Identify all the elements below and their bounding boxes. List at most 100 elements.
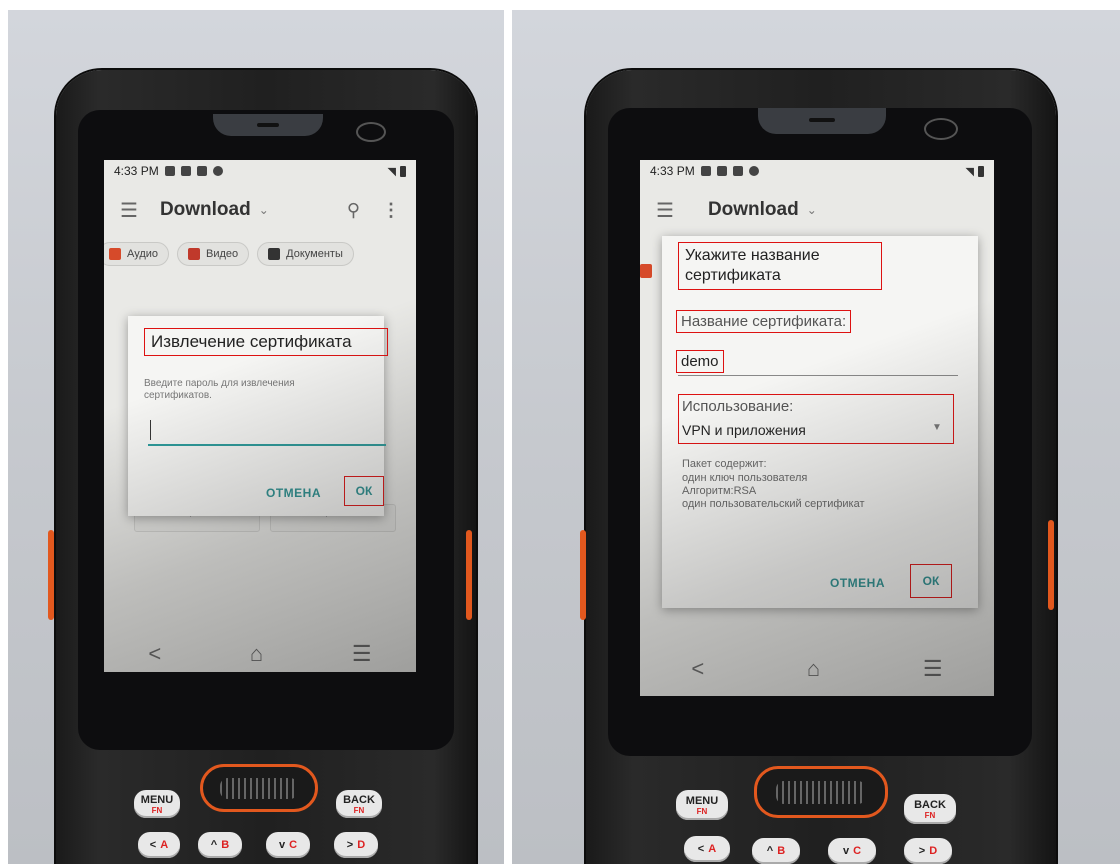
chip-audio[interactable]: Аудио — [104, 242, 170, 266]
side-button[interactable] — [1048, 520, 1054, 610]
key-arrow: < — [697, 843, 705, 855]
key-letter: A — [708, 843, 717, 855]
certificate-name-dialog: Укажите название сертификата Название се… — [662, 236, 978, 608]
menu-key[interactable]: MENU FN — [676, 790, 728, 820]
cancel-button[interactable]: ОТМЕНА — [266, 486, 321, 500]
password-input[interactable] — [148, 422, 386, 446]
chip-video[interactable]: Видео — [177, 242, 250, 266]
home-nav-icon[interactable]: ⌂ — [250, 641, 263, 667]
dialog-title: Укажите название сертификата — [678, 242, 882, 290]
audio-chip-icon — [640, 264, 652, 278]
key-b[interactable]: ^ B — [752, 838, 800, 864]
chip-label: Документы — [286, 248, 343, 260]
key-arrow: > — [918, 845, 926, 857]
front-sensor — [924, 118, 958, 140]
package-item: Алгоритм:RSA — [682, 485, 757, 497]
key-arrow: ^ — [210, 839, 218, 851]
fn-label: FN — [151, 805, 163, 815]
app-bar: ☰ Download ⌄ — [640, 188, 994, 232]
sim-status-icon — [732, 166, 743, 176]
key-d[interactable]: > D — [334, 832, 378, 858]
key-a[interactable]: < A — [138, 832, 180, 858]
app-bar: ☰ Download ⌄ ⚲ ⋮ — [104, 188, 416, 232]
key-b[interactable]: ^ B — [198, 832, 242, 858]
cancel-button[interactable]: ОТМЕНА — [830, 576, 885, 590]
left-photo: 4:33 PM ◥ ☰ Download ⌄ ⚲ ⋮ Аудио Видео Д… — [8, 10, 504, 864]
back-nav-icon[interactable]: < — [148, 641, 161, 667]
document-icon — [268, 248, 281, 260]
back-nav-icon[interactable]: < — [691, 656, 704, 682]
extract-certificate-dialog: Извлечение сертификата Введите пароль дл… — [128, 316, 388, 516]
package-item: один ключ пользователя — [682, 472, 808, 484]
key-a[interactable]: < A — [684, 836, 730, 862]
chip-label: Аудио — [127, 248, 159, 260]
sim-status-icon — [196, 166, 207, 176]
chevron-down-icon[interactable]: ⌄ — [807, 203, 817, 217]
ok-button[interactable]: ОК — [344, 476, 384, 506]
key-letter: A — [160, 839, 169, 851]
battery-icon — [400, 165, 406, 177]
key-letter: B — [221, 839, 230, 851]
name-field-label: Название сертификата: — [676, 310, 852, 333]
usage-select[interactable]: VPN и приложения — [682, 422, 806, 438]
phone-screen: 4:33 PM ◥ ☰ Download ⌄ ⚲ ⋮ Аудио Видео Д… — [104, 160, 416, 672]
menu-key[interactable]: MENU FN — [134, 790, 180, 818]
usage-label: Использование: — [682, 398, 794, 415]
package-item: один пользовательский сертификат — [682, 498, 865, 510]
text-cursor — [150, 420, 151, 440]
hamburger-icon[interactable]: ☰ — [656, 198, 674, 223]
battery-icon — [978, 165, 984, 177]
ok-button[interactable]: ОК — [910, 564, 952, 598]
key-label: MENU — [685, 794, 719, 807]
dialog-title: Извлечение сертификата — [144, 328, 388, 356]
status-bar: 4:33 PM ◥ — [104, 160, 416, 182]
dropdown-arrow-icon[interactable]: ▼ — [932, 422, 942, 433]
recents-nav-icon[interactable]: ☰ — [352, 641, 372, 667]
chip-documents[interactable]: Документы — [257, 242, 354, 266]
recents-nav-icon[interactable]: ☰ — [923, 656, 943, 682]
side-button[interactable] — [48, 530, 54, 620]
chip-label: Видео — [206, 248, 239, 260]
key-label: BACK — [914, 798, 946, 811]
notification-status-icon — [180, 166, 191, 176]
key-d[interactable]: > D — [904, 838, 952, 864]
wifi-icon: ◥ — [965, 165, 974, 178]
key-c[interactable]: vC — [266, 832, 310, 858]
earpiece — [213, 114, 323, 136]
more-vert-icon[interactable]: ⋮ — [382, 200, 400, 221]
fn-label: FN — [696, 806, 708, 816]
dialog-message: Введите пароль для извлечения сертификат… — [144, 378, 295, 401]
chevron-down-icon[interactable]: ⌄ — [259, 203, 269, 217]
scan-button[interactable] — [200, 764, 318, 812]
key-letter: D — [929, 845, 938, 857]
settings-status-icon — [164, 166, 175, 176]
folder-title[interactable]: Download — [160, 199, 251, 221]
system-nav-bar: < ⌂ ☰ — [640, 654, 994, 684]
side-button[interactable] — [580, 530, 586, 620]
scan-grill — [776, 780, 866, 804]
fn-label: FN — [924, 810, 936, 820]
key-c[interactable]: vC — [828, 838, 876, 864]
hamburger-icon[interactable]: ☰ — [120, 198, 138, 223]
video-icon — [188, 248, 201, 260]
key-arrow: ^ — [766, 845, 774, 857]
audio-icon — [109, 248, 121, 260]
status-bar: 4:33 PM ◥ — [640, 160, 994, 182]
scan-grill — [219, 777, 299, 799]
key-letter: D — [357, 839, 366, 851]
status-time: 4:33 PM — [114, 164, 159, 178]
home-nav-icon[interactable]: ⌂ — [807, 656, 820, 682]
key-arrow: v — [842, 845, 850, 857]
shield-status-icon — [748, 166, 759, 176]
key-letter: C — [853, 845, 862, 857]
key-letter: B — [777, 845, 786, 857]
name-input-underline — [678, 374, 958, 376]
side-button[interactable] — [466, 530, 472, 620]
scan-button[interactable] — [754, 766, 888, 818]
wifi-icon: ◥ — [387, 165, 396, 178]
back-key[interactable]: BACK FN — [904, 794, 956, 824]
back-key[interactable]: BACK FN — [336, 790, 382, 818]
folder-title[interactable]: Download — [708, 199, 799, 221]
certificate-name-input[interactable]: demo — [676, 350, 724, 373]
search-icon[interactable]: ⚲ — [347, 200, 360, 221]
